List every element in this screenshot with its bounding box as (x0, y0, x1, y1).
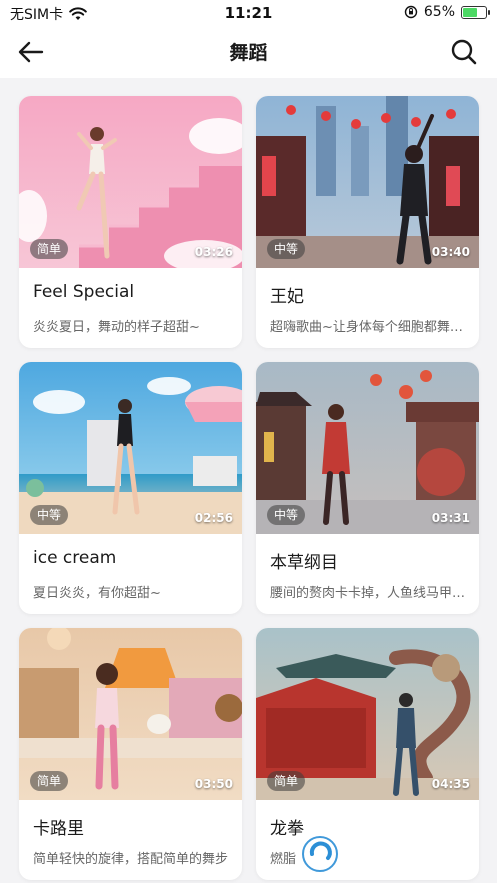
arrow-left-icon (18, 41, 44, 63)
search-icon (451, 39, 477, 65)
dance-card[interactable]: 中等 03:31 本草纲目 腰间的赘肉卡卡掉，人鱼线马甲线都来了 (256, 362, 479, 614)
battery-icon (461, 5, 490, 19)
page-title: 舞蹈 (229, 42, 268, 64)
duration-label: 03:50 (194, 777, 233, 791)
nav-bar: 舞蹈 (0, 26, 497, 78)
card-description: 夏日炎炎，有你超甜~ (33, 586, 161, 601)
card-thumbnail: 中等 03:40 (256, 96, 479, 268)
card-description: 燃脂 (270, 852, 297, 867)
search-button[interactable] (449, 37, 479, 67)
dance-card[interactable]: 简单 04:35 龙拳 燃脂 (256, 628, 479, 880)
card-title: 卡路里 (33, 819, 84, 839)
card-thumbnail: 简单 04:35 (256, 628, 479, 800)
level-badge: 简单 (30, 771, 69, 791)
level-badge: 简单 (30, 239, 69, 259)
dance-card[interactable]: 简单 03:26 Feel Special 炎炎夏日，舞动的样子超甜~ (19, 96, 242, 348)
card-title: 龙拳 (270, 819, 304, 839)
duration-label: 03:26 (194, 245, 233, 259)
card-title: 王妃 (270, 287, 304, 307)
card-description: 腰间的赘肉卡卡掉，人鱼线马甲线都来了 (270, 586, 466, 601)
card-title: 本草纲目 (270, 553, 338, 573)
level-badge: 中等 (267, 239, 306, 259)
card-thumbnail: 中等 02:56 (19, 362, 242, 534)
status-right: 65% (404, 4, 490, 20)
level-badge: 简单 (267, 771, 306, 791)
duration-label: 03:40 (431, 245, 470, 259)
duration-label: 02:56 (194, 511, 233, 525)
dance-card[interactable]: 简单 03:50 卡路里 简单轻快的旋律，搭配简单的舞步 (19, 628, 242, 880)
duration-label: 04:35 (431, 777, 470, 791)
battery-percent: 65% (423, 4, 455, 20)
card-title: ice cream (33, 548, 117, 568)
level-badge: 中等 (267, 505, 306, 525)
back-button[interactable] (16, 38, 46, 66)
level-badge: 中等 (30, 505, 69, 525)
orientation-lock-icon (404, 5, 418, 19)
card-thumbnail: 简单 03:26 (19, 96, 242, 268)
battery-level-fill (463, 7, 477, 17)
dance-card[interactable]: 中等 02:56 ice cream 夏日炎炎，有你超甜~ (19, 362, 242, 614)
card-title: Feel Special (33, 282, 135, 302)
card-thumbnail: 中等 03:31 (256, 362, 479, 534)
status-bar: 无SIM卡 11:21 65% (0, 0, 497, 26)
card-description: 简单轻快的旋律，搭配简单的舞步 (33, 852, 229, 867)
card-description: 炎炎夏日，舞动的样子超甜~ (33, 320, 200, 335)
dance-card[interactable]: 中等 03:40 王妃 超嗨歌曲~让身体每个细胞都舞动起来 (256, 96, 479, 348)
card-description: 超嗨歌曲~让身体每个细胞都舞动起来 (270, 320, 466, 335)
card-thumbnail: 简单 03:50 (19, 628, 242, 800)
duration-label: 03:31 (431, 511, 470, 525)
